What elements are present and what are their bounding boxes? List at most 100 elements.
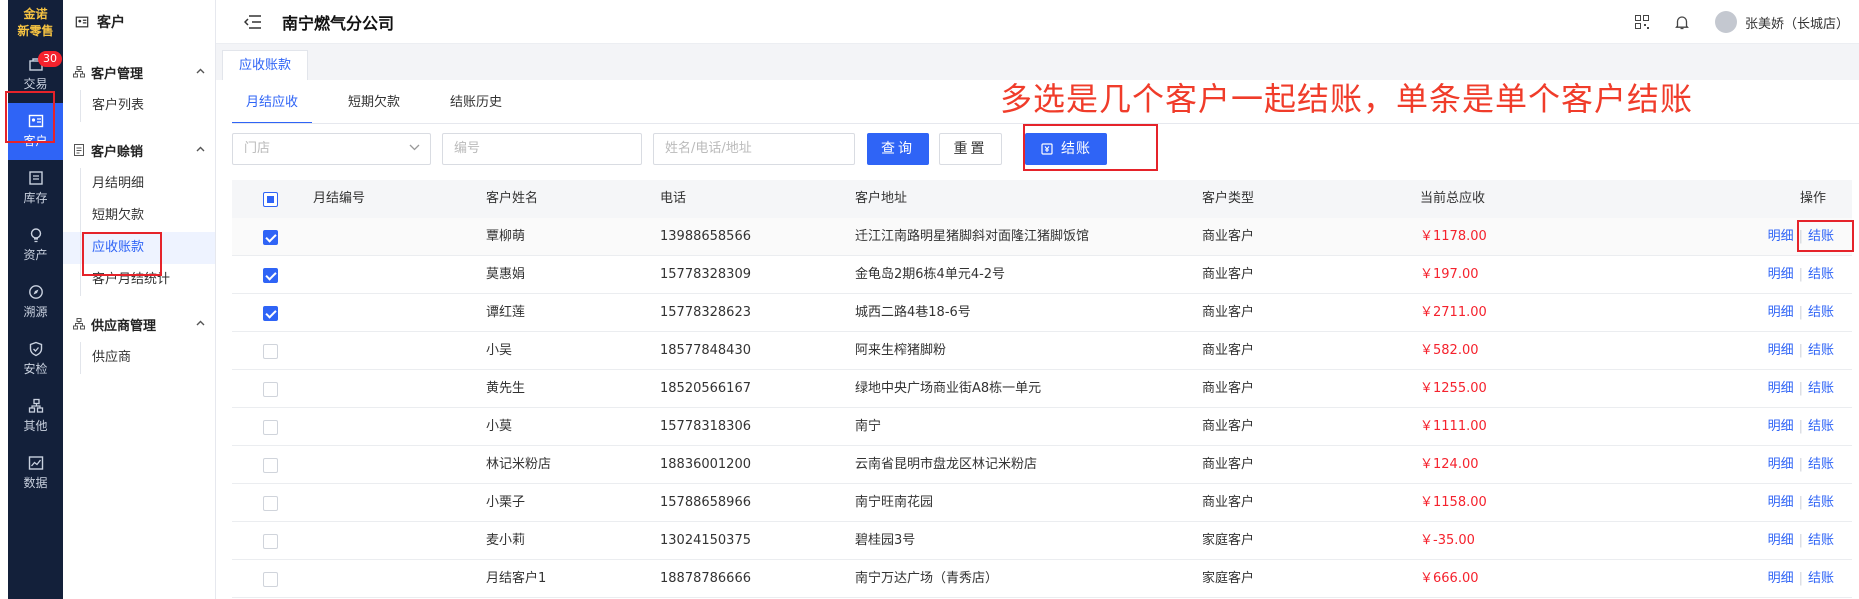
- notification-badge: 30: [38, 51, 62, 67]
- sidebar-group-credit-sales[interactable]: 客户赊销: [63, 132, 215, 168]
- row-checkbox[interactable]: [263, 458, 278, 473]
- annotation-box-row-settle: [1797, 220, 1854, 252]
- cell-actions: 明细 | 结账: [1768, 522, 1834, 560]
- sidebar-group-supplier-management[interactable]: 供应商管理: [63, 306, 215, 342]
- reset-button[interactable]: 重置: [939, 133, 1002, 165]
- col-address: 客户地址: [855, 191, 908, 206]
- rail-item-inventory[interactable]: 库存: [8, 160, 63, 217]
- cell-phone: 18520566167: [660, 381, 751, 396]
- table-row: 林记米粉店 18836001200 云南省昆明市盘龙区林记米粉店 商业客户 ￥124.0…: [232, 446, 1852, 484]
- sidebar-group-label: 供应商管理: [91, 318, 157, 334]
- col-monthly-no: 月结编号: [313, 191, 366, 206]
- chevron-up-icon: [196, 146, 205, 152]
- cell-customer-name: 小莫: [486, 419, 513, 434]
- detail-link[interactable]: 明细: [1768, 571, 1794, 586]
- store-select[interactable]: 门店: [232, 133, 431, 165]
- action-divider: |: [1798, 495, 1803, 510]
- row-checkbox[interactable]: [263, 572, 278, 587]
- cell-phone: 15778318306: [660, 419, 751, 434]
- bell-icon[interactable]: [1675, 15, 1689, 30]
- cell-phone: 15778328309: [660, 267, 751, 282]
- menu-fold-icon[interactable]: [244, 14, 262, 29]
- row-checkbox[interactable]: [263, 534, 278, 549]
- settle-link[interactable]: 结账: [1808, 381, 1834, 396]
- action-divider: |: [1798, 571, 1803, 586]
- cell-customer-type: 商业客户: [1202, 381, 1255, 396]
- detail-link[interactable]: 明细: [1768, 229, 1794, 244]
- user-name[interactable]: 张美娇（长城店）: [1745, 13, 1849, 32]
- action-divider: |: [1798, 267, 1803, 282]
- tab-monthly-receivable[interactable]: 月结应收: [232, 88, 313, 124]
- cell-total-receivable: ￥124.00: [1420, 457, 1479, 472]
- settle-link[interactable]: 结账: [1808, 533, 1834, 548]
- rail-item-safety[interactable]: 安检: [8, 331, 63, 388]
- bulb-icon: [30, 228, 41, 243]
- settle-link[interactable]: 结账: [1808, 343, 1834, 358]
- sidebar-item-monthly-detail[interactable]: 月结明细: [63, 168, 215, 200]
- row-checkbox[interactable]: [263, 382, 278, 397]
- detail-link[interactable]: 明细: [1768, 381, 1794, 396]
- page-tab-receivables[interactable]: 应收账款: [222, 50, 309, 80]
- select-all-checkbox[interactable]: [263, 192, 278, 207]
- action-divider: |: [1798, 419, 1803, 434]
- cell-phone: 18836001200: [660, 457, 751, 472]
- settle-link[interactable]: 结账: [1808, 419, 1834, 434]
- annotation-box-batch-settle: [1023, 124, 1158, 171]
- row-checkbox[interactable]: [263, 344, 278, 359]
- sidebar-item-customer-list[interactable]: 客户列表: [63, 90, 215, 122]
- detail-link[interactable]: 明细: [1768, 533, 1794, 548]
- row-checkbox[interactable]: [263, 420, 278, 435]
- store-select-placeholder: 门店: [244, 141, 271, 156]
- detail-link[interactable]: 明细: [1768, 419, 1794, 434]
- sidebar-item-short-term-debt[interactable]: 短期欠款: [63, 200, 215, 232]
- sidebar-item-supplier[interactable]: 供应商: [63, 342, 215, 374]
- table-row: 覃柳萌 13988658566 迁江江南路明星猪脚斜对面隆江猪脚饭馆 商业客户 ￥117…: [232, 218, 1852, 256]
- sub-sidebar: 客户 客户管理 客户列表 客户赊销 月结明细 短期欠款 应收账款 客户月结统计 …: [63, 0, 216, 599]
- sidebar-item-label: 供应商: [92, 350, 132, 365]
- table-body: 覃柳萌 13988658566 迁江江南路明星猪脚斜对面隆江猪脚饭馆 商业客户 ￥117…: [232, 218, 1852, 598]
- detail-link[interactable]: 明细: [1768, 457, 1794, 472]
- detail-link[interactable]: 明细: [1768, 305, 1794, 320]
- settle-link[interactable]: 结账: [1808, 267, 1834, 282]
- sidebar-group-customer-management[interactable]: 客户管理: [63, 54, 215, 90]
- tab-settlement-history[interactable]: 结账历史: [436, 88, 516, 124]
- col-customer-name: 客户姓名: [486, 191, 539, 206]
- brand-tagline: 新零售: [17, 24, 54, 38]
- row-checkbox[interactable]: [263, 268, 278, 283]
- rail-item-assets[interactable]: 资产: [8, 217, 63, 274]
- name-phone-address-input[interactable]: 姓名/电话/地址: [653, 133, 855, 165]
- cell-address: 南宁万达广场（青秀店）: [855, 571, 999, 586]
- rail-item-other[interactable]: 其他: [8, 388, 63, 445]
- sidebar-item-label: 客户列表: [92, 98, 145, 113]
- detail-link[interactable]: 明细: [1768, 343, 1794, 358]
- cell-actions: 明细 | 结账: [1768, 408, 1834, 446]
- settle-link[interactable]: 结账: [1808, 305, 1834, 320]
- brand-logo[interactable]: 金诺 新零售: [8, 0, 63, 46]
- cell-total-receivable: ￥2711.00: [1420, 305, 1487, 320]
- number-input[interactable]: 编号: [442, 133, 642, 165]
- cell-total-receivable: ￥1111.00: [1420, 419, 1487, 434]
- cell-address: 城西二路4巷18-6号: [855, 305, 971, 320]
- rail-item-trace[interactable]: 溯源: [8, 274, 63, 331]
- settle-link[interactable]: 结账: [1808, 571, 1834, 586]
- rail-item-data[interactable]: 数据: [8, 445, 63, 502]
- settle-link[interactable]: 结账: [1808, 495, 1834, 510]
- tab-short-term-debt[interactable]: 短期欠款: [334, 88, 414, 124]
- row-checkbox[interactable]: [263, 230, 278, 245]
- qr-code-icon[interactable]: [1634, 15, 1649, 29]
- cell-actions: 明细 | 结账: [1768, 560, 1834, 598]
- avatar[interactable]: [1714, 11, 1737, 33]
- rail-item-label: 库存: [23, 191, 48, 205]
- cell-actions: 明细 | 结账: [1768, 446, 1834, 484]
- cell-phone: 18878786666: [660, 571, 751, 586]
- action-divider: |: [1798, 457, 1803, 472]
- row-checkbox[interactable]: [263, 306, 278, 321]
- action-divider: |: [1798, 343, 1803, 358]
- query-button[interactable]: 查询: [867, 133, 929, 165]
- detail-link[interactable]: 明细: [1768, 495, 1794, 510]
- row-checkbox[interactable]: [263, 496, 278, 511]
- action-divider: |: [1798, 533, 1803, 548]
- settle-link[interactable]: 结账: [1808, 457, 1834, 472]
- detail-link[interactable]: 明细: [1768, 267, 1794, 282]
- cell-phone: 15788658966: [660, 495, 751, 510]
